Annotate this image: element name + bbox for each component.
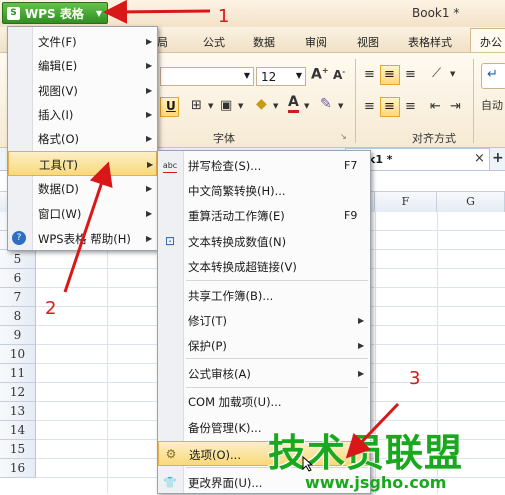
annotation-arrow-1	[103, 0, 211, 24]
annotation-overlay	[63, 0, 400, 459]
annotation-number-2: 2	[45, 298, 57, 319]
annotation-arrow-2	[63, 161, 113, 293]
annotation-arrow-3	[345, 402, 400, 459]
mouse-cursor-icon	[302, 456, 314, 472]
annotation-number-3: 3	[409, 368, 421, 389]
annotation-number-1: 1	[218, 6, 230, 27]
